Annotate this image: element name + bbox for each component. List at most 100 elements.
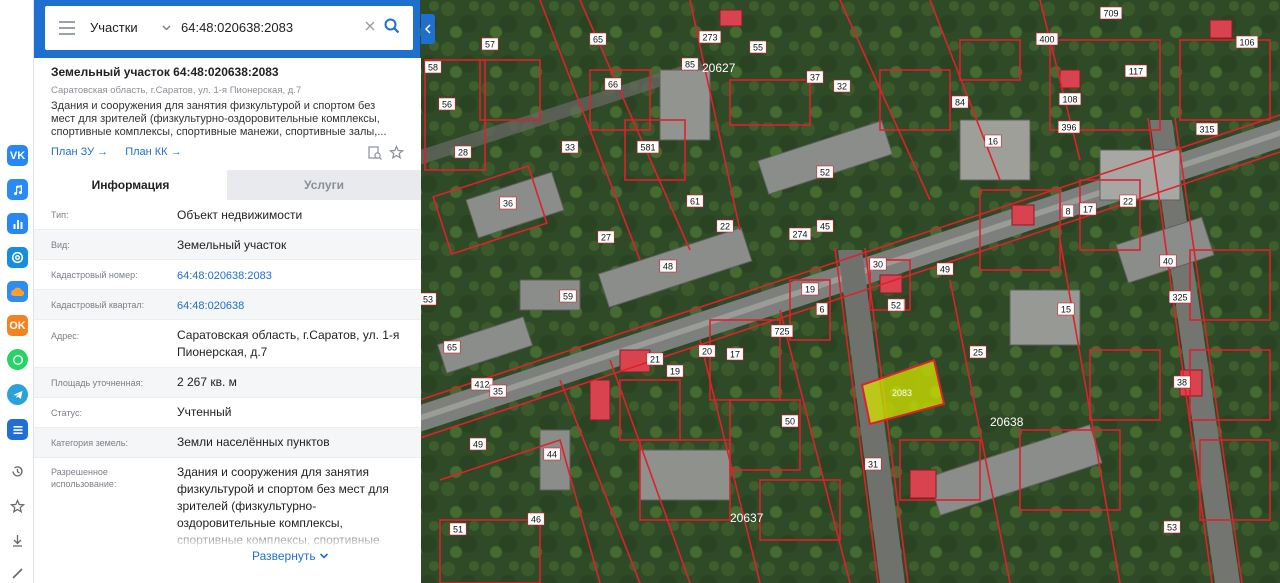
cloud-icon xyxy=(10,287,24,296)
house-number-label: 6 xyxy=(816,302,828,316)
cadastral-number-label: Кадастровый номер: xyxy=(51,270,138,280)
favorite-button[interactable] xyxy=(388,144,405,165)
svg-text:22: 22 xyxy=(1123,197,1133,207)
svg-text:85: 85 xyxy=(685,60,695,70)
house-number-label: 35 xyxy=(489,384,507,398)
svg-text:48: 48 xyxy=(663,262,673,272)
favorites-button[interactable] xyxy=(7,496,28,517)
house-number-label: 15 xyxy=(1057,302,1075,316)
house-number-label: 273 xyxy=(698,30,722,44)
svg-text:25: 25 xyxy=(973,348,983,358)
svg-text:45: 45 xyxy=(820,222,830,232)
svg-text:53: 53 xyxy=(1167,523,1177,533)
house-number-label: 17 xyxy=(726,347,744,361)
ruler-button[interactable] xyxy=(7,563,28,583)
svg-text:325: 325 xyxy=(1172,293,1187,303)
house-number-label: 36 xyxy=(499,196,517,210)
vk-share-button[interactable]: VK xyxy=(7,145,28,166)
parcel-title: Земельный участок 64:48:020638:2083 xyxy=(51,65,279,79)
cadastral-number-link[interactable]: 64:48:020638:2083 xyxy=(177,268,407,285)
house-number-label: 53 xyxy=(1163,520,1181,534)
list-share-button[interactable] xyxy=(7,419,28,440)
tab-services[interactable]: Услуги xyxy=(227,170,421,200)
svg-text:59: 59 xyxy=(563,292,573,302)
kind-value: Земельный участок xyxy=(177,238,287,252)
area-value: 2 267 кв. м xyxy=(177,375,237,389)
info-row-cadastral-block: Кадастровый квартал: 64:48:020638 xyxy=(34,290,421,320)
block-label: 20627 xyxy=(702,61,736,75)
music-share-button[interactable] xyxy=(7,179,28,200)
search-button[interactable] xyxy=(383,17,401,40)
svg-text:36: 36 xyxy=(503,199,513,209)
house-number-label: 30 xyxy=(869,257,887,271)
document-search-icon xyxy=(368,146,382,160)
history-button[interactable] xyxy=(7,461,28,482)
plan-links: План ЗУ → План КК → xyxy=(51,146,196,158)
whatsapp-share-button[interactable] xyxy=(7,349,28,370)
star-icon xyxy=(10,499,25,514)
svg-text:273: 273 xyxy=(702,33,717,43)
info-row-cadastral-number: Кадастровый номер: 64:48:020638:2083 xyxy=(34,260,421,290)
info-row-type: Тип: Объект недвижимости xyxy=(34,200,421,230)
svg-text:50: 50 xyxy=(785,417,795,427)
svg-text:315: 315 xyxy=(1199,125,1214,135)
house-number-label: 21 xyxy=(646,352,664,366)
text-fade xyxy=(34,526,421,548)
tab-information[interactable]: Информация xyxy=(34,170,227,200)
svg-text:19: 19 xyxy=(805,285,815,295)
stats-share-button[interactable] xyxy=(7,213,28,234)
svg-text:84: 84 xyxy=(955,98,965,108)
telegram-share-button[interactable] xyxy=(7,384,28,405)
house-number-label: 396 xyxy=(1057,120,1081,134)
house-number-label: 58 xyxy=(424,60,442,74)
info-row-status: Статус: Учтенный xyxy=(34,398,421,428)
house-number-label: 709 xyxy=(1099,6,1123,20)
svg-text:709: 709 xyxy=(1103,9,1118,19)
category-value: Земли населённых пунктов xyxy=(177,435,330,449)
svg-text:106: 106 xyxy=(1239,38,1254,48)
download-button[interactable] xyxy=(7,530,28,551)
house-number-label: 84 xyxy=(951,95,969,109)
house-number-label: 38 xyxy=(1173,375,1191,389)
search-box: Участки 64:48:020638:2083 xyxy=(45,6,413,50)
search-mode-select[interactable]: Участки xyxy=(90,20,138,35)
house-number-label: 61 xyxy=(686,194,704,208)
at-sign-icon xyxy=(11,251,24,264)
clear-icon[interactable] xyxy=(363,19,377,38)
info-row-kind: Вид: Земельный участок xyxy=(34,230,421,260)
svg-text:38: 38 xyxy=(1177,378,1187,388)
report-button[interactable] xyxy=(367,145,383,166)
house-number-label: 581 xyxy=(636,140,660,154)
chevron-down-icon[interactable] xyxy=(161,20,172,38)
cloud-share-button[interactable] xyxy=(7,281,28,302)
social-sidebar: VK OK xyxy=(0,0,34,583)
svg-text:49: 49 xyxy=(473,440,483,450)
search-bar: Участки 64:48:020638:2083 xyxy=(34,0,420,58)
collapse-panel-button[interactable] xyxy=(421,14,435,44)
mail-share-button[interactable] xyxy=(7,247,28,268)
expand-button[interactable]: Развернуть xyxy=(252,549,329,563)
search-input[interactable]: 64:48:020638:2083 xyxy=(181,20,293,35)
house-number-label: 19 xyxy=(801,282,819,296)
download-icon xyxy=(13,535,22,547)
svg-text:396: 396 xyxy=(1061,123,1076,133)
menu-icon[interactable] xyxy=(59,21,75,35)
house-number-label: 48 xyxy=(659,259,677,273)
ok-share-button[interactable]: OK xyxy=(7,315,28,336)
cadastral-block-label: Кадастровый квартал: xyxy=(51,300,145,310)
permitted-use-label: Разрешенное использование: xyxy=(51,467,117,489)
house-number-label: 31 xyxy=(864,457,882,471)
svg-text:16: 16 xyxy=(988,137,998,147)
plan-kk-link[interactable]: План КК → xyxy=(125,146,181,158)
house-number-label: 117 xyxy=(1124,64,1148,78)
house-number-label: 32 xyxy=(833,79,851,93)
type-value: Объект недвижимости xyxy=(177,208,303,222)
parcel-address: Саратовская область, г.Саратов, ул. 1-я … xyxy=(51,85,302,96)
house-number-label: 25 xyxy=(969,345,987,359)
house-number-label: 108 xyxy=(1058,92,1082,106)
plan-zu-link[interactable]: План ЗУ → xyxy=(51,146,108,158)
svg-text:66: 66 xyxy=(608,80,618,90)
house-number-label: 16 xyxy=(984,134,1002,148)
cadastral-block-link[interactable]: 64:48:020638 xyxy=(177,298,407,315)
svg-text:40: 40 xyxy=(1163,257,1173,267)
